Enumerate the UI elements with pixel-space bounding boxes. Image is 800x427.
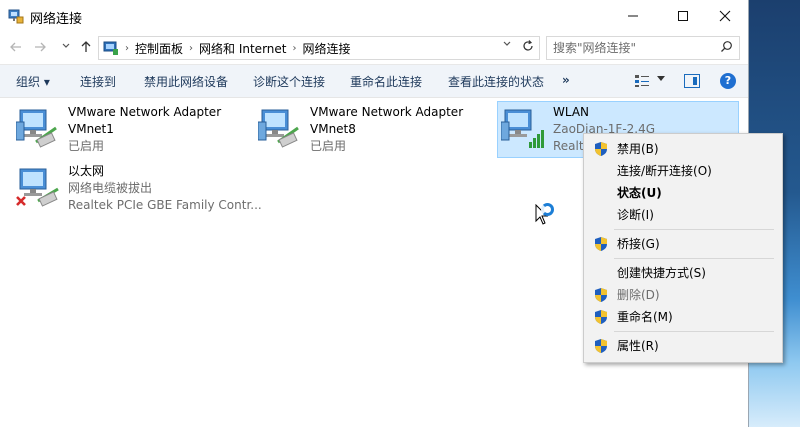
menu-separator — [614, 331, 774, 332]
menu-item-disable[interactable]: 禁用(B) — [584, 138, 782, 160]
maximize-icon — [678, 11, 688, 21]
connection-text: 以太网 网络电缆被拔出 Realtek PCIe GBE Family Cont… — [68, 163, 262, 214]
command-bar: 组织 ▾ 连接到 禁用此网络设备 诊断这个连接 重命名此连接 查看此连接的状态 … — [0, 64, 748, 98]
connection-name: VMware Network Adapter — [310, 105, 464, 119]
menu-item-label: 连接/断开连接(O) — [617, 164, 712, 178]
uac-shield-icon — [595, 288, 607, 302]
uac-shield-icon — [595, 310, 607, 324]
rename-connection-button[interactable]: 重命名此连接 — [350, 73, 422, 90]
uac-shield-icon — [595, 237, 607, 251]
change-view-icon[interactable] — [634, 74, 650, 88]
breadcrumb-separator: › — [292, 42, 297, 54]
organize-menu-button[interactable]: 组织 ▾ — [16, 73, 50, 90]
maximize-button[interactable] — [660, 0, 706, 32]
control-panel-icon — [103, 41, 118, 55]
connection-device: Realtek PCIe GBE Family Contr... — [68, 198, 262, 212]
menu-item-label: 重命名(M) — [617, 310, 673, 324]
connection-text: VMware Network Adapter VMnet1 已启用 — [68, 104, 221, 155]
arrow-left-icon — [10, 42, 21, 52]
caret-down-icon — [657, 76, 665, 81]
view-options-dropdown[interactable] — [657, 74, 665, 85]
search-box[interactable] — [546, 36, 740, 60]
menu-item-status[interactable]: 状态(U) — [584, 182, 782, 204]
menu-item-diagnose[interactable]: 诊断(I) — [584, 204, 782, 226]
connection-text: VMware Network Adapter VMnet8 已启用 — [310, 104, 463, 155]
close-icon — [719, 10, 731, 22]
connection-name: VMware Network Adapter — [68, 105, 222, 119]
connection-status: 已启用 — [310, 139, 347, 153]
close-button[interactable] — [702, 0, 748, 32]
magnifier-icon — [721, 41, 732, 52]
uac-shield-icon — [595, 339, 607, 353]
preview-pane-icon[interactable] — [684, 74, 700, 88]
menu-item-label: 诊断(I) — [617, 208, 654, 222]
menu-item-bridge[interactable]: 桥接(G) — [584, 233, 782, 255]
title-bar[interactable]: 网络连接 — [0, 0, 748, 32]
menu-item-create-shortcut[interactable]: 创建快捷方式(S) — [584, 262, 782, 284]
menu-separator — [614, 229, 774, 230]
minimize-icon — [628, 15, 638, 17]
menu-item-properties[interactable]: 属性(R) — [584, 335, 782, 357]
forward-button[interactable] — [32, 40, 48, 56]
menu-item-label: 桥接(G) — [617, 237, 660, 251]
menu-item-rename[interactable]: 重命名(M) — [584, 306, 782, 328]
connection-item-vmnet8[interactable]: VMware Network Adapter VMnet8 已启用 — [258, 104, 490, 154]
breadcrumb-separator: › — [125, 42, 129, 54]
menu-item-label: 删除(D) — [617, 288, 660, 302]
up-button[interactable] — [78, 40, 94, 56]
breadcrumb-separator: › — [189, 42, 194, 54]
connection-status: 已启用 — [68, 139, 105, 153]
minimize-button[interactable] — [610, 0, 656, 32]
menu-item-connect-disconnect[interactable]: 连接/断开连接(O) — [584, 160, 782, 182]
help-icon[interactable]: ? — [720, 73, 736, 89]
search-icon[interactable] — [720, 40, 733, 57]
arrow-right-icon — [35, 42, 46, 52]
breadcrumb-network-connections[interactable]: 网络连接 — [302, 40, 350, 57]
ethernet-adapter-icon — [16, 168, 59, 207]
more-commands-button[interactable]: » — [562, 73, 570, 87]
connection-status: 网络电缆被拔出 — [68, 181, 153, 195]
diagnose-connection-button[interactable]: 诊断这个连接 — [253, 73, 325, 90]
connect-to-button[interactable]: 连接到 — [80, 73, 116, 90]
back-button[interactable] — [8, 40, 24, 56]
chevron-down-icon — [62, 43, 70, 48]
connection-network: VMnet8 — [310, 122, 356, 136]
menu-separator — [614, 258, 774, 259]
connection-item-ethernet[interactable]: 以太网 网络电缆被拔出 Realtek PCIe GBE Family Cont… — [16, 163, 276, 215]
uac-shield-icon — [595, 142, 607, 156]
network-adapter-icon — [16, 109, 57, 148]
disable-device-button[interactable]: 禁用此网络设备 — [144, 73, 228, 90]
connection-name: WLAN — [553, 105, 590, 119]
wireless-adapter-icon — [501, 109, 544, 148]
search-input[interactable] — [551, 39, 715, 57]
network-adapter-icon — [258, 109, 299, 148]
address-bar[interactable]: › 控制面板 › 网络和 Internet › 网络连接 — [98, 36, 540, 60]
menu-item-delete[interactable]: 删除(D) — [584, 284, 782, 306]
breadcrumb-network-internet[interactable]: 网络和 Internet — [199, 40, 286, 57]
chevron-down-icon — [503, 41, 511, 46]
navigation-bar: › 控制面板 › 网络和 Internet › 网络连接 — [0, 32, 748, 64]
connection-name: 以太网 — [68, 164, 105, 178]
menu-item-label: 属性(R) — [617, 339, 659, 353]
menu-item-label: 状态(U) — [617, 186, 662, 200]
busy-spinner-icon — [541, 203, 554, 216]
connection-network: VMnet1 — [68, 122, 114, 136]
menu-item-label: 禁用(B) — [617, 142, 659, 156]
connection-item-vmnet1[interactable]: VMware Network Adapter VMnet1 已启用 — [16, 104, 248, 154]
menu-item-label: 创建快捷方式(S) — [617, 266, 706, 280]
breadcrumb-control-panel[interactable]: 控制面板 — [135, 40, 183, 57]
recent-locations-button[interactable] — [58, 40, 74, 56]
context-menu: 禁用(B) 连接/断开连接(O) 状态(U) 诊断(I) 桥接(G) 创建快捷方… — [583, 133, 783, 363]
address-dropdown-button[interactable] — [503, 40, 511, 51]
refresh-button[interactable] — [521, 39, 535, 57]
arrow-up-icon — [81, 41, 91, 52]
window-title: 网络连接 — [30, 12, 83, 27]
refresh-icon — [523, 40, 533, 51]
view-status-button[interactable]: 查看此连接的状态 — [448, 73, 544, 90]
network-connections-icon — [8, 9, 24, 24]
